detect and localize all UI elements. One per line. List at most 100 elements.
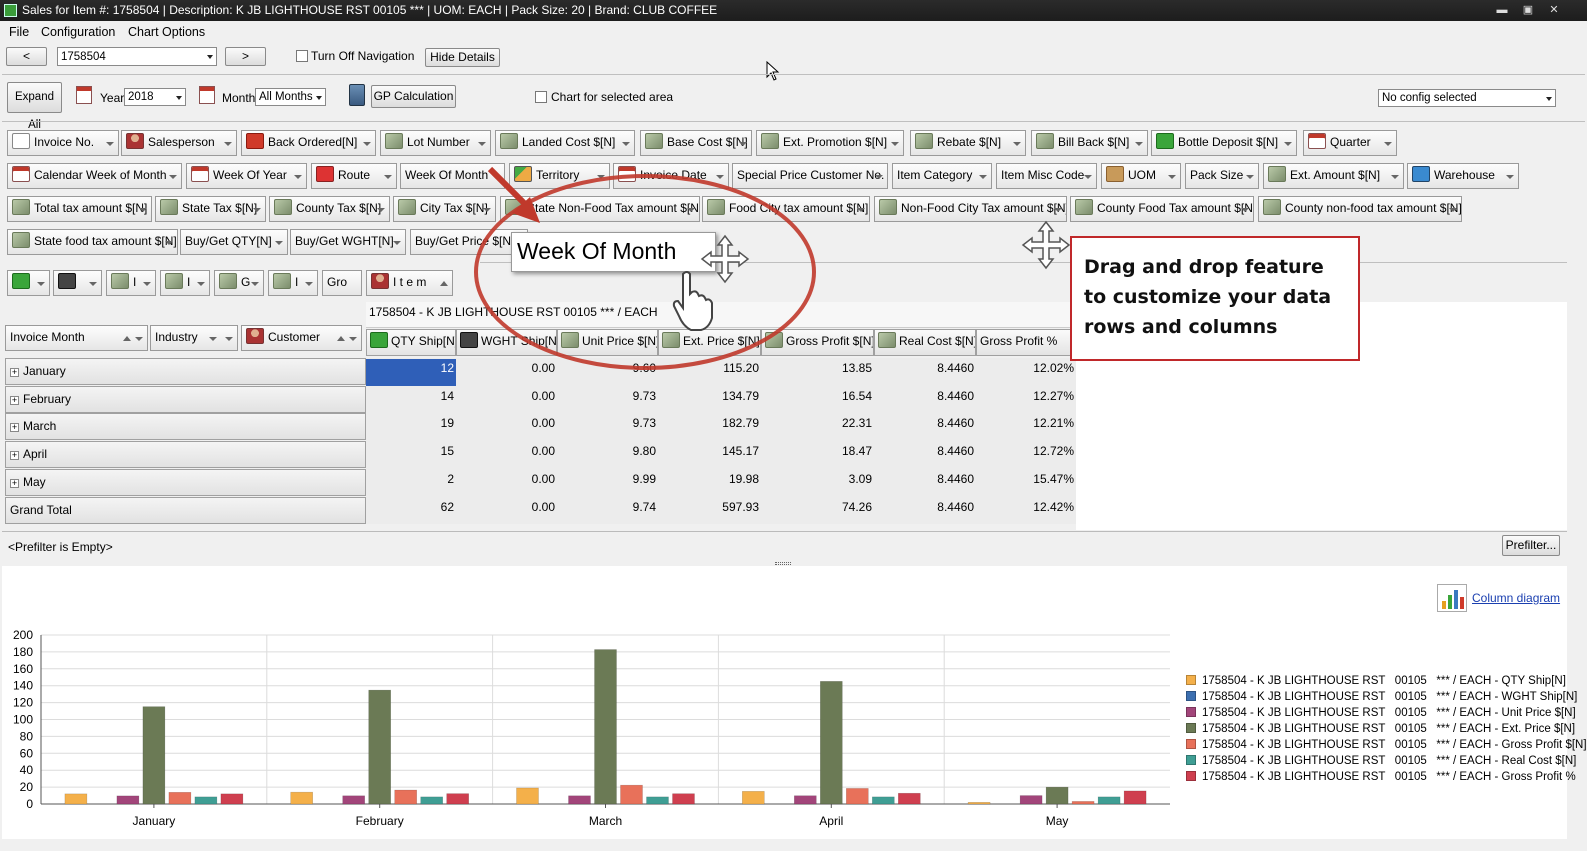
table-cell[interactable]: 12.72% <box>976 442 1076 469</box>
bar-gross-profit-n-may[interactable] <box>1071 801 1095 805</box>
table-cell[interactable]: 8.4460 <box>874 387 976 414</box>
table-cell[interactable]: 0.00 <box>456 442 557 469</box>
table-cell[interactable]: 19 <box>366 414 456 441</box>
row-header[interactable]: + April <box>5 441 366 469</box>
table-cell[interactable]: 0.00 <box>456 387 557 414</box>
field-buy-get-wght-n[interactable]: Buy/Get WGHT[N] <box>290 229 406 255</box>
bar-gross-profit-march[interactable] <box>672 793 695 805</box>
bar-gross-profit-january[interactable] <box>220 793 244 805</box>
bar-real-cost-n-may[interactable] <box>1097 796 1121 805</box>
table-cell[interactable]: 74.26 <box>761 498 874 525</box>
field-quarter[interactable]: Quarter <box>1303 130 1397 156</box>
bar-gross-profit-april[interactable] <box>897 792 921 805</box>
row-header[interactable]: + January <box>5 358 366 385</box>
table-cell[interactable]: 15 <box>366 442 456 469</box>
table-cell[interactable]: 15.47% <box>976 470 1076 497</box>
field-state-tax-n[interactable]: State Tax $[N] <box>155 196 266 222</box>
table-cell[interactable]: 14 <box>366 387 456 414</box>
bar-ext-price-n-february[interactable] <box>368 689 392 805</box>
bar-unit-price-n-february[interactable] <box>342 795 366 805</box>
column-header-real-cost-n[interactable]: Real Cost $[N] <box>874 329 976 356</box>
column-header-gross-profit[interactable]: Gross Profit % <box>976 329 1076 356</box>
small-field[interactable] <box>7 270 50 296</box>
table-cell[interactable]: 19.98 <box>658 470 761 497</box>
table-cell[interactable]: 16.54 <box>761 387 874 414</box>
bar-qty-ship-n-march[interactable] <box>516 787 539 805</box>
maximize-button[interactable]: ▣ <box>1516 0 1540 21</box>
prefilter-button[interactable]: Prefilter... <box>1502 535 1560 556</box>
field-salesperson[interactable]: Salesperson <box>121 130 237 156</box>
field-buy-get-qty-n[interactable]: Buy/Get QTY[N] <box>180 229 288 255</box>
row-header[interactable]: + May <box>5 468 366 496</box>
next-item-button[interactable]: > <box>225 47 266 66</box>
table-cell[interactable]: 3.09 <box>761 470 874 497</box>
table-cell[interactable]: 2 <box>366 470 456 497</box>
field-item-misc-code[interactable]: Item Misc Code <box>996 163 1097 189</box>
bar-real-cost-n-february[interactable] <box>420 796 444 805</box>
table-cell[interactable]: 22.31 <box>761 414 874 441</box>
field-bottle-deposit-n[interactable]: Bottle Deposit $[N] <box>1151 130 1297 156</box>
bar-qty-ship-n-may[interactable] <box>967 802 991 805</box>
menu-file[interactable]: File <box>9 25 29 39</box>
bar-unit-price-n-january[interactable] <box>116 795 140 805</box>
field-landed-cost-n[interactable]: Landed Cost $[N] <box>495 130 635 156</box>
hide-details-button[interactable]: Hide Details <box>425 48 500 67</box>
small-field[interactable] <box>53 270 102 296</box>
table-cell[interactable]: 9.73 <box>557 387 658 414</box>
field-bill-back-n[interactable]: Bill Back $[N] <box>1031 130 1148 156</box>
row-field-invoice-month[interactable]: Invoice Month <box>5 325 148 351</box>
bar-gross-profit-n-february[interactable] <box>394 789 418 805</box>
field-county-tax-n[interactable]: County Tax $[N] <box>269 196 390 222</box>
item-combo[interactable]: 1758504 <box>57 47 217 66</box>
chart-selected-area-checkbox[interactable] <box>535 91 547 103</box>
table-cell[interactable]: 12 <box>366 359 456 386</box>
field-calendar-week-of-month[interactable]: Calendar Week of Month <box>7 163 182 189</box>
field-invoice-no[interactable]: Invoice No. <box>7 130 119 156</box>
close-button[interactable]: ✕ <box>1542 0 1566 21</box>
small-field[interactable]: G <box>214 270 264 296</box>
expand-icon[interactable]: + <box>10 368 19 377</box>
field-county-food-tax-amount-n[interactable]: County Food Tax amount $[N] <box>1070 196 1254 222</box>
bar-qty-ship-n-february[interactable] <box>290 791 314 805</box>
table-cell[interactable]: 9.73 <box>557 414 658 441</box>
prev-item-button[interactable]: < <box>6 47 47 66</box>
field-ext-promotion-n[interactable]: Ext. Promotion $[N] <box>756 130 904 156</box>
table-cell[interactable]: 8.4460 <box>874 442 976 469</box>
row-header[interactable]: + February <box>5 385 366 413</box>
small-field[interactable]: I <box>160 270 210 296</box>
row-header[interactable]: Grand Total <box>5 496 366 524</box>
bar-gross-profit-n-april[interactable] <box>845 788 869 805</box>
bar-gross-profit-n-march[interactable] <box>620 784 643 805</box>
bar-gross-profit-may[interactable] <box>1123 790 1147 805</box>
expand-all-button[interactable]: Expand All <box>7 82 62 131</box>
table-cell[interactable]: 8.4460 <box>874 414 976 441</box>
field-state-food-tax-amount-n[interactable]: State food tax amount $[N] <box>7 229 178 255</box>
field-item-category[interactable]: Item Category <box>892 163 992 189</box>
menu-configuration[interactable]: Configuration <box>41 25 115 39</box>
field-county-non-food-tax-amount-n[interactable]: County non-food tax amount $[N] <box>1258 196 1462 222</box>
table-cell[interactable]: 12.02% <box>976 359 1076 386</box>
prefilter-text[interactable]: <Prefilter is Empty> <box>8 540 113 554</box>
bar-unit-price-n-may[interactable] <box>1019 795 1043 805</box>
field-base-cost-n[interactable]: Base Cost $[N] <box>640 130 752 156</box>
table-cell[interactable]: 12.27% <box>976 387 1076 414</box>
minimize-button[interactable]: ▬ <box>1490 0 1514 21</box>
table-cell[interactable]: 8.4460 <box>874 470 976 497</box>
field-ext-amount-n[interactable]: Ext. Amount $[N] <box>1263 163 1404 189</box>
menu-chart-options[interactable]: Chart Options <box>128 25 205 39</box>
field-week-of-year[interactable]: Week Of Year <box>186 163 307 189</box>
table-cell[interactable]: 9.80 <box>557 442 658 469</box>
column-header-qty-ship-n[interactable]: QTY Ship[N] <box>366 329 456 356</box>
bar-qty-ship-n-january[interactable] <box>64 793 88 805</box>
small-field[interactable]: I <box>268 270 318 296</box>
field-rebate-n[interactable]: Rebate $[N] <box>910 130 1026 156</box>
bar-real-cost-n-january[interactable] <box>194 796 218 805</box>
table-cell[interactable]: 12.21% <box>976 414 1076 441</box>
bar-gross-profit-n-january[interactable] <box>168 791 192 805</box>
column-field-item[interactable]: I t e m <box>366 270 453 296</box>
column-diagram-icon[interactable] <box>1437 584 1467 612</box>
field-non-food-city-tax-amount-n[interactable]: Non-Food City Tax amount $[N] <box>874 196 1067 222</box>
turn-off-navigation-checkbox[interactable] <box>296 50 308 62</box>
bar-unit-price-n-march[interactable] <box>568 795 591 805</box>
bar-ext-price-n-january[interactable] <box>142 706 166 805</box>
